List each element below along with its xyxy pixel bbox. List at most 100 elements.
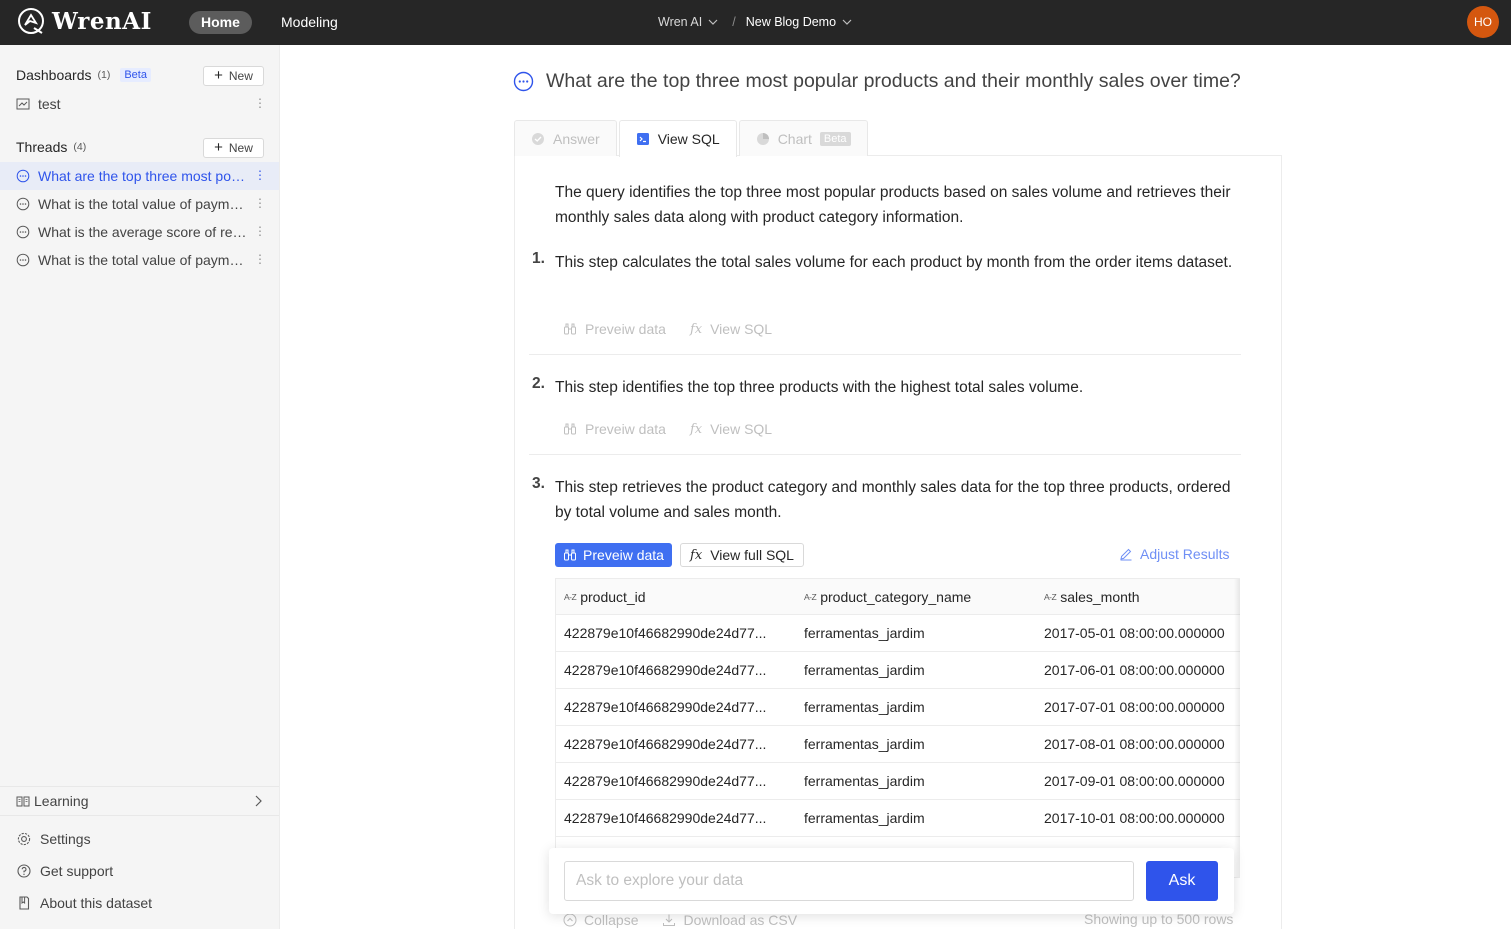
- view-full-sql-button[interactable]: fx View full SQL: [680, 543, 804, 567]
- plus-icon: +: [214, 67, 223, 84]
- table-cell: 2017-08-01 08:00:00.000000: [1044, 736, 1225, 752]
- table-row: 422879e10f46682990de24d77... ferramentas…: [556, 652, 1240, 689]
- string-type-icon: A-Z: [804, 591, 817, 602]
- tab-answer[interactable]: Answer: [514, 120, 617, 156]
- chevron-right-icon: [255, 795, 262, 807]
- table-cell: 422879e10f46682990de24d77...: [564, 773, 767, 789]
- download-csv-button[interactable]: Download as CSV: [662, 912, 797, 928]
- logo-text: WrenAI: [52, 7, 152, 35]
- step-actions: Preveiw data fx View SQL: [563, 421, 772, 437]
- preview-data-label: Preveiw data: [585, 421, 666, 437]
- new-thread-button[interactable]: + New: [203, 138, 264, 158]
- pie-chart-icon: [756, 132, 769, 145]
- table-cell: ferramentas_jardim: [804, 699, 925, 715]
- table-row: 422879e10f46682990de24d77... ferramentas…: [556, 763, 1240, 800]
- preview-data-button[interactable]: Preveiw data: [555, 543, 672, 567]
- chevron-down-icon[interactable]: [708, 17, 718, 27]
- table-footer-actions: Collapse Download as CSV: [563, 912, 797, 928]
- book-icon: [16, 794, 30, 808]
- preview-data-label: Preveiw data: [585, 321, 666, 337]
- step-actions: Preveiw data fx View SQL: [563, 321, 772, 337]
- edit-icon: [1120, 548, 1132, 561]
- table-row: 422879e10f46682990de24d77... ferramentas…: [556, 615, 1240, 652]
- about-dataset-link[interactable]: About this dataset: [16, 895, 152, 911]
- chat-bubble-icon: [16, 225, 30, 239]
- preview-data-button[interactable]: Preveiw data: [563, 321, 666, 337]
- sidebar-item-thread[interactable]: What are the top three most popular prod…: [0, 162, 279, 190]
- support-link[interactable]: Get support: [16, 863, 113, 879]
- more-vertical-icon[interactable]: ⋮: [254, 96, 266, 110]
- file-icon: [16, 895, 32, 911]
- step-description: This step calculates the total sales vol…: [555, 254, 1233, 271]
- more-vertical-icon[interactable]: ⋮: [254, 168, 266, 182]
- table-cell: ferramentas_jardim: [804, 625, 925, 641]
- table-cell: 422879e10f46682990de24d77...: [564, 810, 767, 826]
- column-header[interactable]: A-Z sales_month: [1044, 579, 1240, 614]
- preview-table[interactable]: A-Z product_id A-Z product_category_name A…: [555, 578, 1240, 878]
- preview-data-button[interactable]: Preveiw data: [563, 421, 666, 437]
- table-cell: ferramentas_jardim: [804, 810, 925, 826]
- table-cell: 2017-06-01 08:00:00.000000: [1044, 662, 1225, 678]
- column-header[interactable]: A-Z product_id: [564, 579, 792, 614]
- view-sql-button[interactable]: fx View SQL: [690, 321, 772, 337]
- table-cell: 422879e10f46682990de24d77...: [564, 662, 767, 678]
- tab-chart-label: Chart: [777, 130, 812, 147]
- adjust-results-button[interactable]: Adjust Results: [1119, 546, 1229, 562]
- table-cell: 2017-10-01 08:00:00.000000: [1044, 810, 1225, 826]
- table-cell: 422879e10f46682990de24d77...: [564, 625, 767, 641]
- result-tabs: Answer View SQL Chart Beta: [514, 120, 870, 157]
- threads-label: Threads: [16, 139, 68, 155]
- view-sql-label: View SQL: [710, 321, 773, 337]
- new-dashboard-button[interactable]: + New: [203, 66, 264, 86]
- step-description: This step retrieves the product category…: [555, 479, 1231, 521]
- more-vertical-icon[interactable]: ⋮: [254, 252, 266, 266]
- column-header[interactable]: A-Z product_category_name: [804, 579, 1032, 614]
- nav-home[interactable]: Home: [189, 11, 252, 34]
- download-csv-label: Download as CSV: [683, 912, 798, 928]
- function-icon: fx: [689, 421, 703, 437]
- sidebar-item-thread[interactable]: What is the total value of payments by p…: [0, 246, 279, 274]
- preview-data-label: Preveiw data: [583, 547, 664, 563]
- sidebar-item-dashboard-test[interactable]: test ⋮: [0, 90, 279, 118]
- learning-section[interactable]: Learning: [0, 786, 279, 816]
- collapse-label: Collapse: [584, 912, 639, 928]
- tab-view-sql[interactable]: View SQL: [618, 120, 737, 157]
- plus-icon: +: [214, 139, 223, 156]
- logo[interactable]: WrenAI: [16, 6, 152, 36]
- sidebar-item-label: What is the total value of payments by p…: [38, 252, 250, 268]
- breadcrumb-project[interactable]: New Blog Demo: [746, 12, 836, 32]
- settings-label: Settings: [40, 831, 91, 847]
- string-type-icon: A-Z: [564, 591, 577, 602]
- settings-link[interactable]: Settings: [16, 831, 91, 847]
- sidebar-item-label: test: [38, 96, 61, 112]
- sidebar-item-label: What are the top three most popular prod…: [38, 168, 250, 184]
- learning-label: Learning: [34, 793, 89, 809]
- nav-modeling[interactable]: Modeling: [281, 11, 338, 34]
- sidebar-item-thread[interactable]: What is the total value of payments made…: [0, 190, 279, 218]
- tab-chart[interactable]: Chart Beta: [738, 120, 868, 156]
- collapse-button[interactable]: Collapse: [563, 912, 638, 928]
- column-header-label: product_id: [580, 588, 646, 605]
- breadcrumb-org[interactable]: Wren AI: [658, 12, 702, 32]
- sidebar: Dashboards (1) Beta + New test ⋮ Threads…: [0, 45, 280, 929]
- step-number: 1.: [532, 250, 545, 267]
- chevron-down-icon[interactable]: [842, 17, 852, 27]
- code-icon: [636, 133, 649, 145]
- more-vertical-icon[interactable]: ⋮: [254, 224, 266, 238]
- threads-header: Threads (4): [16, 139, 86, 155]
- avatar[interactable]: HO: [1467, 6, 1499, 38]
- more-vertical-icon[interactable]: ⋮: [254, 196, 266, 210]
- wren-bird-icon: [18, 8, 44, 34]
- new-dashboard-label: New: [228, 69, 253, 83]
- ask-bar: Ask: [549, 848, 1234, 914]
- sidebar-item-label: What is the total value of payments made…: [38, 196, 250, 212]
- chat-bubble-icon: [16, 169, 30, 183]
- ask-input[interactable]: [564, 861, 1134, 901]
- ask-button[interactable]: Ask: [1146, 861, 1218, 901]
- view-sql-button[interactable]: fx View SQL: [690, 421, 772, 437]
- support-label: Get support: [40, 863, 114, 879]
- sidebar-item-thread[interactable]: What is the average score of reviews? ⋮: [0, 218, 279, 246]
- table-row: 422879e10f46682990de24d77... ferramentas…: [556, 800, 1240, 837]
- dashboards-count: (1): [97, 69, 111, 81]
- column-header-label: product_category_name: [820, 588, 972, 605]
